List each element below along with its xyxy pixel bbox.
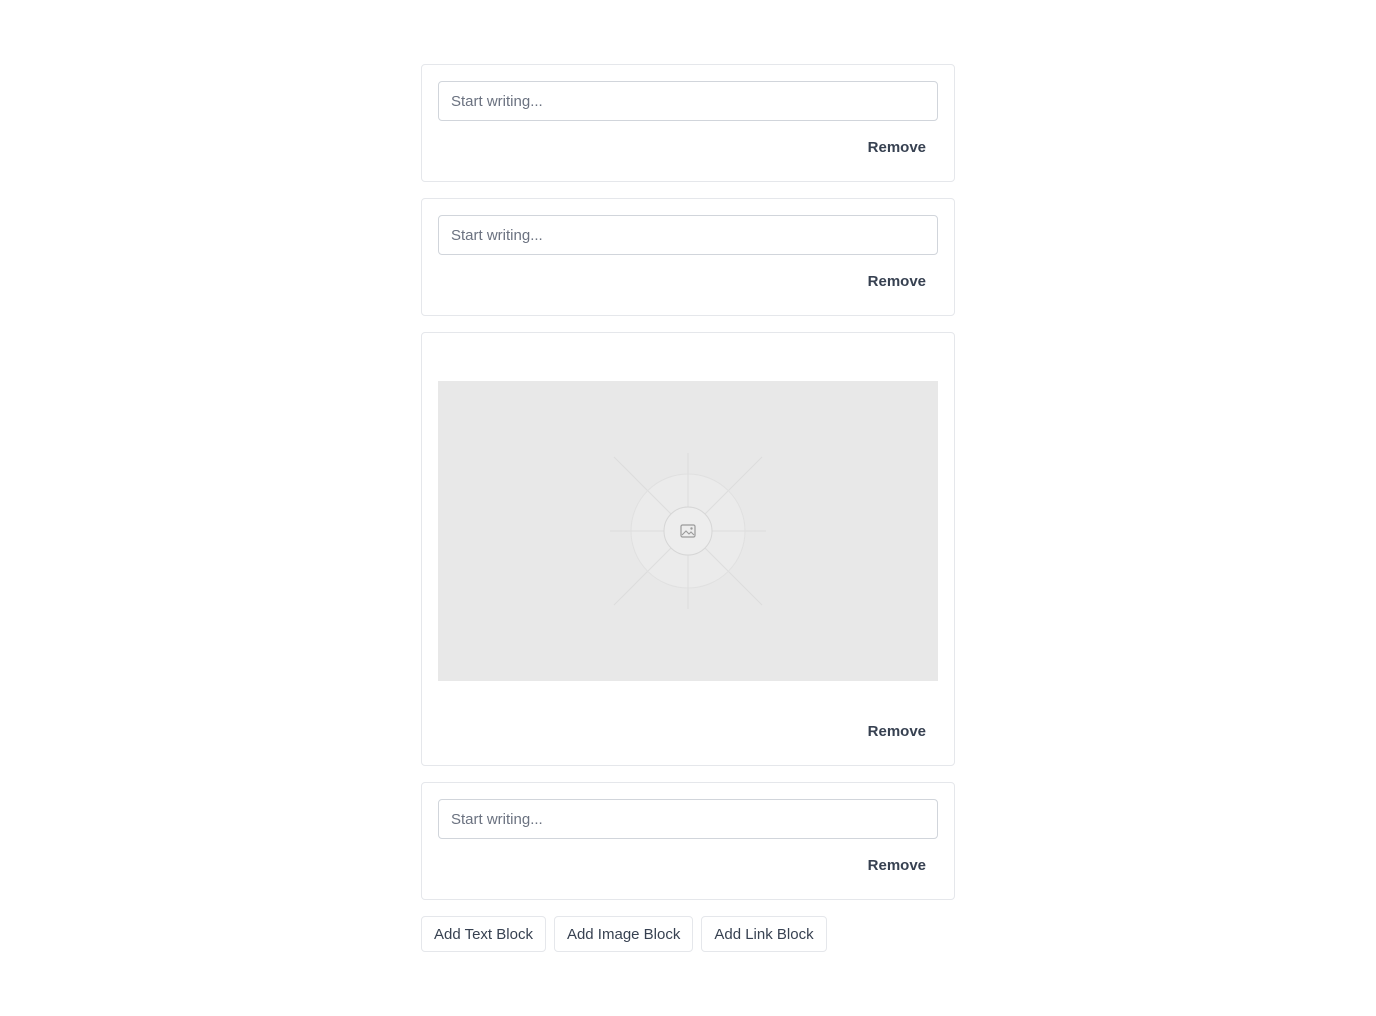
add-link-block-button[interactable]: Add Link Block	[701, 916, 827, 952]
remove-block-button[interactable]: Remove	[856, 269, 938, 294]
image-block: Remove	[421, 332, 955, 766]
text-block: Remove	[421, 64, 955, 182]
text-block-input[interactable]	[438, 799, 938, 839]
remove-block-button[interactable]: Remove	[856, 719, 938, 744]
remove-block-button[interactable]: Remove	[856, 135, 938, 160]
add-block-toolbar: Add Text Block Add Image Block Add Link …	[421, 916, 955, 952]
image-placeholder-graphic	[610, 453, 766, 609]
add-text-block-button[interactable]: Add Text Block	[421, 916, 546, 952]
text-block-input[interactable]	[438, 215, 938, 255]
text-block: Remove	[421, 198, 955, 316]
remove-block-button[interactable]: Remove	[856, 853, 938, 878]
add-image-block-button[interactable]: Add Image Block	[553, 916, 694, 952]
block-editor: Remove Remove	[421, 64, 955, 952]
text-block: Remove	[421, 782, 955, 900]
image-placeholder[interactable]	[438, 381, 938, 681]
text-block-input[interactable]	[438, 81, 938, 121]
